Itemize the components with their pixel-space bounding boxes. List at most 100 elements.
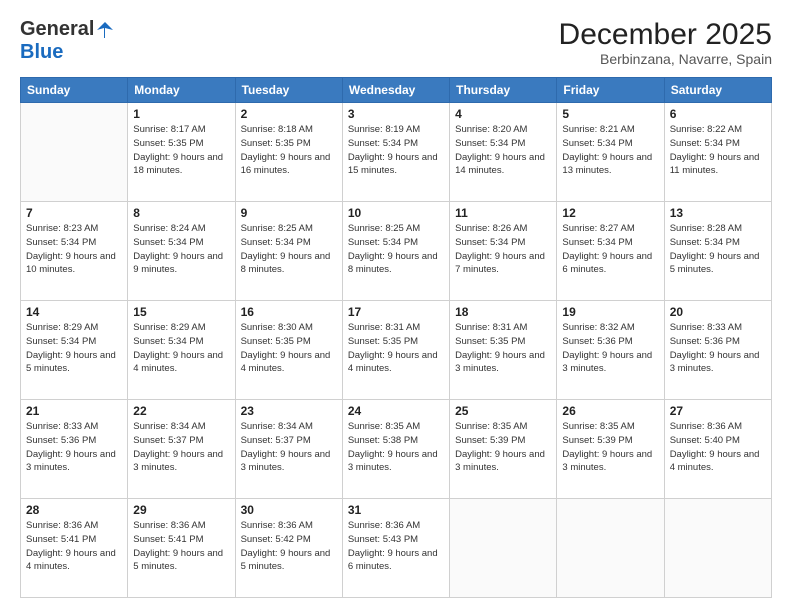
day-info: Sunrise: 8:32 AMSunset: 5:36 PMDaylight:…: [562, 321, 658, 376]
header: General Blue December 2025 Berbinzana, N…: [20, 18, 772, 67]
day-number: 1: [133, 107, 229, 121]
day-info: Sunrise: 8:35 AMSunset: 5:39 PMDaylight:…: [455, 420, 551, 475]
day-info: Sunrise: 8:33 AMSunset: 5:36 PMDaylight:…: [670, 321, 766, 376]
day-info: Sunrise: 8:17 AMSunset: 5:35 PMDaylight:…: [133, 123, 229, 178]
calendar-cell: 13 Sunrise: 8:28 AMSunset: 5:34 PMDayligh…: [664, 202, 771, 301]
calendar-cell: [450, 499, 557, 598]
title-section: December 2025 Berbinzana, Navarre, Spain: [559, 18, 772, 67]
calendar-header-sunday: Sunday: [21, 78, 128, 103]
calendar-cell: 27 Sunrise: 8:36 AMSunset: 5:40 PMDayligh…: [664, 400, 771, 499]
calendar-week-row: 7Sunrise: 8:23 AMSunset: 5:34 PMDaylight…: [21, 202, 772, 301]
calendar-cell: 11Sunrise: 8:26 AMSunset: 5:34 PMDayligh…: [450, 202, 557, 301]
day-number: 17: [348, 305, 444, 319]
calendar-week-row: 1 Sunrise: 8:17 AMSunset: 5:35 PMDaylight…: [21, 103, 772, 202]
calendar-cell: [557, 499, 664, 598]
calendar-cell: 14Sunrise: 8:29 AMSunset: 5:34 PMDayligh…: [21, 301, 128, 400]
day-number: 15: [133, 305, 229, 319]
day-number: 30: [241, 503, 337, 517]
day-number: 19: [562, 305, 658, 319]
day-number: 10: [348, 206, 444, 220]
day-info: Sunrise: 8:26 AMSunset: 5:34 PMDaylight:…: [455, 222, 551, 277]
calendar-cell: 4Sunrise: 8:20 AMSunset: 5:34 PMDaylight…: [450, 103, 557, 202]
day-info: Sunrise: 8:35 AMSunset: 5:39 PMDaylight:…: [562, 420, 658, 475]
day-info: Sunrise: 8:25 AMSunset: 5:34 PMDaylight:…: [241, 222, 337, 277]
day-info: Sunrise: 8:25 AMSunset: 5:34 PMDaylight:…: [348, 222, 444, 277]
day-number: 28: [26, 503, 122, 517]
day-info: Sunrise: 8:22 AMSunset: 5:34 PMDaylight:…: [670, 123, 766, 178]
calendar-cell: 17Sunrise: 8:31 AMSunset: 5:35 PMDayligh…: [342, 301, 449, 400]
day-number: 20: [670, 305, 766, 319]
day-info: Sunrise: 8:34 AMSunset: 5:37 PMDaylight:…: [241, 420, 337, 475]
calendar-cell: 28 Sunrise: 8:36 AMSunset: 5:41 PMDayligh…: [21, 499, 128, 598]
day-info: Sunrise: 8:29 AMSunset: 5:34 PMDaylight:…: [133, 321, 229, 376]
calendar-cell: 15 Sunrise: 8:29 AMSunset: 5:34 PMDayligh…: [128, 301, 235, 400]
day-info: Sunrise: 8:24 AMSunset: 5:34 PMDaylight:…: [133, 222, 229, 277]
day-info: Sunrise: 8:18 AMSunset: 5:35 PMDaylight:…: [241, 123, 337, 178]
logo-general-text: General: [20, 18, 94, 41]
day-number: 21: [26, 404, 122, 418]
month-title: December 2025: [559, 18, 772, 51]
calendar-cell: [664, 499, 771, 598]
calendar-table: SundayMondayTuesdayWednesdayThursdayFrid…: [20, 77, 772, 598]
day-number: 3: [348, 107, 444, 121]
calendar-week-row: 14Sunrise: 8:29 AMSunset: 5:34 PMDayligh…: [21, 301, 772, 400]
day-info: Sunrise: 8:31 AMSunset: 5:35 PMDaylight:…: [455, 321, 551, 376]
day-number: 5: [562, 107, 658, 121]
calendar-week-row: 28 Sunrise: 8:36 AMSunset: 5:41 PMDayligh…: [21, 499, 772, 598]
day-number: 16: [241, 305, 337, 319]
day-number: 8: [133, 206, 229, 220]
calendar-cell: 16 Sunrise: 8:30 AMSunset: 5:35 PMDayligh…: [235, 301, 342, 400]
day-info: Sunrise: 8:27 AMSunset: 5:34 PMDaylight:…: [562, 222, 658, 277]
calendar-cell: 19 Sunrise: 8:32 AMSunset: 5:36 PMDayligh…: [557, 301, 664, 400]
day-number: 22: [133, 404, 229, 418]
calendar-cell: 10 Sunrise: 8:25 AMSunset: 5:34 PMDayligh…: [342, 202, 449, 301]
calendar-cell: 1 Sunrise: 8:17 AMSunset: 5:35 PMDaylight…: [128, 103, 235, 202]
logo: General Blue: [20, 18, 114, 64]
page: General Blue December 2025 Berbinzana, N…: [0, 0, 792, 612]
calendar-cell: 22 Sunrise: 8:34 AMSunset: 5:37 PMDayligh…: [128, 400, 235, 499]
day-info: Sunrise: 8:35 AMSunset: 5:38 PMDaylight:…: [348, 420, 444, 475]
day-info: Sunrise: 8:34 AMSunset: 5:37 PMDaylight:…: [133, 420, 229, 475]
calendar-cell: 18 Sunrise: 8:31 AMSunset: 5:35 PMDayligh…: [450, 301, 557, 400]
calendar-cell: 20 Sunrise: 8:33 AMSunset: 5:36 PMDayligh…: [664, 301, 771, 400]
calendar-cell: 8 Sunrise: 8:24 AMSunset: 5:34 PMDaylight…: [128, 202, 235, 301]
day-info: Sunrise: 8:33 AMSunset: 5:36 PMDaylight:…: [26, 420, 122, 475]
calendar-header-friday: Friday: [557, 78, 664, 103]
day-number: 25: [455, 404, 551, 418]
calendar-header-wednesday: Wednesday: [342, 78, 449, 103]
day-info: Sunrise: 8:28 AMSunset: 5:34 PMDaylight:…: [670, 222, 766, 277]
calendar-cell: 24Sunrise: 8:35 AMSunset: 5:38 PMDayligh…: [342, 400, 449, 499]
day-number: 26: [562, 404, 658, 418]
calendar-cell: 7Sunrise: 8:23 AMSunset: 5:34 PMDaylight…: [21, 202, 128, 301]
logo-flag-icon: [96, 21, 114, 39]
location-text: Berbinzana, Navarre, Spain: [559, 51, 772, 67]
day-info: Sunrise: 8:36 AMSunset: 5:43 PMDaylight:…: [348, 519, 444, 574]
day-info: Sunrise: 8:36 AMSunset: 5:41 PMDaylight:…: [133, 519, 229, 574]
calendar-header-row: SundayMondayTuesdayWednesdayThursdayFrid…: [21, 78, 772, 103]
day-number: 18: [455, 305, 551, 319]
calendar-cell: 5 Sunrise: 8:21 AMSunset: 5:34 PMDaylight…: [557, 103, 664, 202]
calendar-header-thursday: Thursday: [450, 78, 557, 103]
calendar-cell: 23 Sunrise: 8:34 AMSunset: 5:37 PMDayligh…: [235, 400, 342, 499]
day-number: 13: [670, 206, 766, 220]
day-info: Sunrise: 8:36 AMSunset: 5:40 PMDaylight:…: [670, 420, 766, 475]
calendar-cell: 26 Sunrise: 8:35 AMSunset: 5:39 PMDayligh…: [557, 400, 664, 499]
day-info: Sunrise: 8:21 AMSunset: 5:34 PMDaylight:…: [562, 123, 658, 178]
day-info: Sunrise: 8:30 AMSunset: 5:35 PMDaylight:…: [241, 321, 337, 376]
day-number: 12: [562, 206, 658, 220]
day-info: Sunrise: 8:29 AMSunset: 5:34 PMDaylight:…: [26, 321, 122, 376]
calendar-cell: 12 Sunrise: 8:27 AMSunset: 5:34 PMDayligh…: [557, 202, 664, 301]
logo-text: General: [20, 18, 114, 41]
calendar-cell: 29Sunrise: 8:36 AMSunset: 5:41 PMDayligh…: [128, 499, 235, 598]
day-info: Sunrise: 8:36 AMSunset: 5:41 PMDaylight:…: [26, 519, 122, 574]
day-number: 23: [241, 404, 337, 418]
calendar-cell: [21, 103, 128, 202]
calendar-cell: 25 Sunrise: 8:35 AMSunset: 5:39 PMDayligh…: [450, 400, 557, 499]
day-number: 27: [670, 404, 766, 418]
calendar-cell: 31Sunrise: 8:36 AMSunset: 5:43 PMDayligh…: [342, 499, 449, 598]
calendar-header-saturday: Saturday: [664, 78, 771, 103]
calendar-cell: 2Sunrise: 8:18 AMSunset: 5:35 PMDaylight…: [235, 103, 342, 202]
calendar-cell: 30Sunrise: 8:36 AMSunset: 5:42 PMDayligh…: [235, 499, 342, 598]
calendar-cell: 6Sunrise: 8:22 AMSunset: 5:34 PMDaylight…: [664, 103, 771, 202]
day-number: 4: [455, 107, 551, 121]
